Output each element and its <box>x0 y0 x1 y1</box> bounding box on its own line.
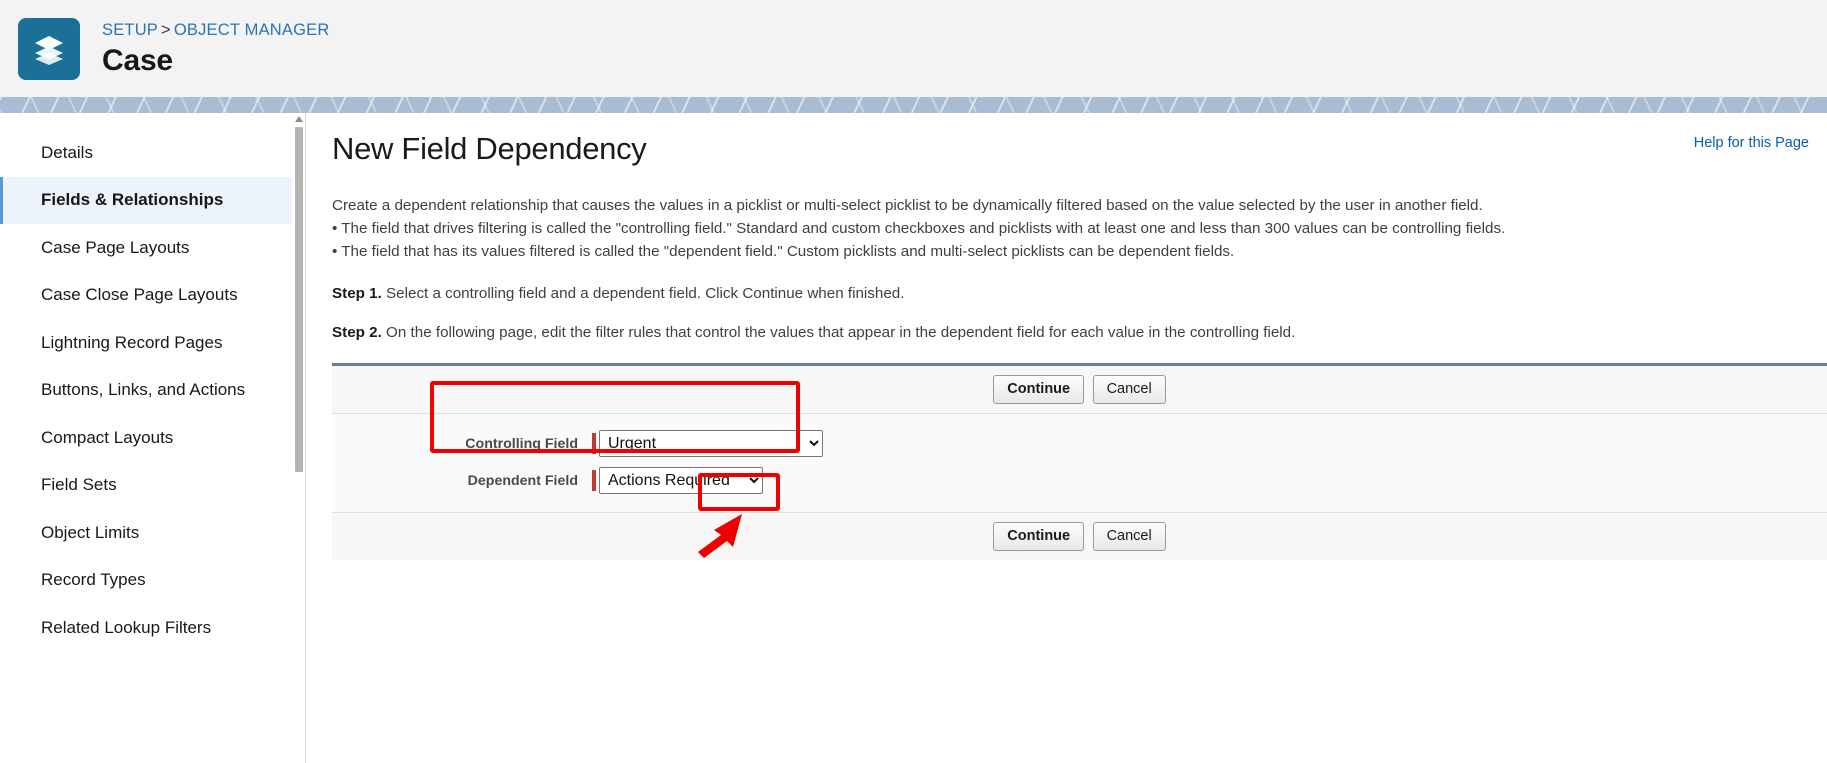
sidebar-item-label: Related Lookup Filters <box>41 617 212 637</box>
sidebar-item-label: Record Types <box>41 570 146 590</box>
sidebar-item-label: Buttons, Links, and Actions <box>41 380 246 400</box>
sidebar-item-lightning-record-pages[interactable]: Lightning Record Pages <box>0 319 292 367</box>
step-1-label: Step 1. <box>332 285 382 303</box>
required-marker-icon <box>592 433 596 455</box>
scroll-up-arrow-icon[interactable] <box>295 116 303 122</box>
decorative-band <box>0 97 1827 113</box>
sidebar-item-object-limits[interactable]: Object Limits <box>0 509 292 557</box>
bullet-controlling-field: • The field that drives filtering is cal… <box>332 219 1506 237</box>
sidebar-item-label: Fields & Relationships <box>41 190 224 210</box>
step-2: Step 2. On the following page, edit the … <box>332 324 1827 341</box>
field-dependency-form: Continue Cancel Controlling Field Urgent… <box>332 363 1827 560</box>
bullet-dependent-field: • The field that has its values filtered… <box>332 242 1235 260</box>
cancel-button-bottom[interactable]: Cancel <box>1092 522 1166 551</box>
continue-button-top[interactable]: Continue <box>993 375 1085 405</box>
step-2-label: Step 2. <box>332 324 382 342</box>
controlling-field-label: Controlling Field <box>465 435 578 452</box>
sidebar-item-label: Details <box>41 142 93 162</box>
body-wrapper: Details Fields & Relationships Case Page… <box>0 113 1827 763</box>
intro-text: Create a dependent relationship that cau… <box>332 197 1483 214</box>
sidebar-item-compact-layouts[interactable]: Compact Layouts <box>0 414 292 462</box>
breadcrumb: SETUP > OBJECT MANAGER <box>102 21 329 39</box>
sidebar-item-record-types[interactable]: Record Types <box>0 557 292 605</box>
main-content: Help for this Page New Field Dependency … <box>306 113 1827 763</box>
sidebar-item-fields-relationships[interactable]: Fields & Relationships <box>0 176 292 224</box>
controlling-field-row: Controlling Field Urgent <box>332 430 1827 458</box>
sidebar-item-label: Compact Layouts <box>41 427 174 447</box>
breadcrumb-object-manager-link[interactable]: OBJECT MANAGER <box>174 21 330 39</box>
step-1-text: Select a controlling field and a depende… <box>386 285 905 303</box>
sidebar-item-label: Object Limits <box>41 522 140 542</box>
page-title: Case <box>102 43 173 77</box>
step-2-text: On the following page, edit the filter r… <box>386 324 1296 342</box>
sidebar-scrollbar[interactable] <box>292 113 306 763</box>
sidebar-item-label: Case Close Page Layouts <box>41 285 238 305</box>
controlling-field-select[interactable]: Urgent <box>599 430 823 458</box>
section-title: New Field Dependency <box>332 131 647 166</box>
dependent-field-row: Dependent Field Actions Required <box>332 467 1827 495</box>
breadcrumb-setup-link[interactable]: SETUP <box>102 21 158 39</box>
sidebar-item-case-page-layouts[interactable]: Case Page Layouts <box>0 224 292 272</box>
sidebar-item-field-sets[interactable]: Field Sets <box>0 462 292 510</box>
continue-button-bottom[interactable]: Continue <box>993 522 1085 551</box>
sidebar-item-label: Lightning Record Pages <box>41 332 223 352</box>
cancel-button-top[interactable]: Cancel <box>1092 375 1166 405</box>
sidebar-item-label: Field Sets <box>41 475 117 495</box>
breadcrumb-separator: > <box>161 20 171 39</box>
sidebar-item-label: Case Page Layouts <box>41 237 190 257</box>
top-button-row: Continue Cancel <box>332 366 1827 415</box>
dependent-field-select[interactable]: Actions Required <box>599 467 763 495</box>
object-manager-sidebar: Details Fields & Relationships Case Page… <box>0 113 292 763</box>
sidebar-item-related-lookup-filters[interactable]: Related Lookup Filters <box>0 604 292 652</box>
bottom-button-row: Continue Cancel <box>332 512 1827 560</box>
sidebar-item-buttons-links-actions[interactable]: Buttons, Links, and Actions <box>0 367 292 415</box>
field-selection-area: Controlling Field Urgent Dependent Field… <box>332 414 1827 513</box>
sidebar-item-case-close-page-layouts[interactable]: Case Close Page Layouts <box>0 272 292 320</box>
required-marker-icon <box>592 470 596 492</box>
dependent-field-label: Dependent Field <box>467 472 578 489</box>
case-object-icon <box>18 17 80 80</box>
global-header: SETUP > OBJECT MANAGER Case <box>0 0 1827 97</box>
scrollbar-thumb[interactable] <box>295 127 303 472</box>
sidebar-item-details[interactable]: Details <box>0 129 292 177</box>
step-1: Step 1. Select a controlling field and a… <box>332 285 1827 302</box>
help-for-this-page-link[interactable]: Help for this Page <box>1694 135 1809 151</box>
